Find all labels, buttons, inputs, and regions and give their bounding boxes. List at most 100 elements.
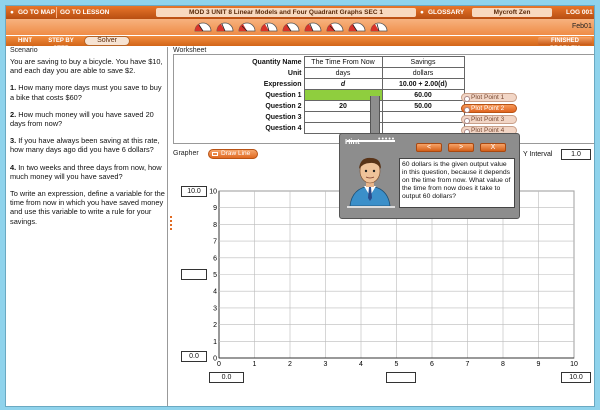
y-tick-label: 1 [213, 339, 217, 346]
x-tick-label: 0 [217, 361, 221, 368]
x-tick-label: 8 [501, 361, 505, 368]
scenario-label: Scenario [10, 47, 38, 54]
table-row: Question 4 [226, 122, 465, 134]
toolbar: HINT STEP BY STEP Solver FINISHED PROBLE… [6, 36, 594, 52]
plot-point-3-button[interactable]: Plot Point 3 [461, 115, 517, 124]
y-tick-label: 10 [209, 189, 217, 196]
top-bar: ● GO TO MAP GO TO LESSON MOD 3 UNIT 8 Li… [6, 6, 594, 19]
module-info: MOD 3 UNIT 8 Linear Models and Four Quad… [156, 8, 416, 17]
plot-point-2-button[interactable]: Plot Point 2 [461, 104, 517, 113]
skill-gauge-icon [326, 21, 344, 32]
y-tick-label: 2 [213, 322, 217, 329]
answer-cell[interactable]: 50.00 [381, 100, 465, 112]
y-tick-label: 0 [213, 356, 217, 363]
glossary-button[interactable]: GLOSSARY [428, 8, 464, 17]
unit-cell[interactable]: days [303, 67, 383, 79]
draw-line-button[interactable]: Draw Line [208, 149, 258, 159]
x-min-input[interactable]: 0.0 [209, 372, 244, 383]
y-tick-label: 5 [213, 272, 217, 279]
x-tick-label: 2 [288, 361, 292, 368]
skill-gauge-icon [348, 21, 366, 32]
row-label: Question 3 [265, 113, 302, 121]
row-label: Quantity Name [252, 58, 302, 66]
y-tick-label: 8 [213, 222, 217, 229]
grapher-label: Grapher [173, 150, 199, 157]
skill-meters [6, 19, 594, 35]
row-label: Question 2 [265, 102, 302, 110]
scenario-text: You are saving to buy a bicycle. You hav… [10, 57, 166, 234]
skill-gauge-icon [194, 21, 212, 32]
question-3: 3. If you have always been saving at thi… [10, 136, 160, 155]
table-row: Expression d 10.00 + 2.00(d) [226, 78, 465, 90]
skill-gauge-icon [304, 21, 322, 32]
y-axis-label-input[interactable] [181, 269, 207, 280]
scenario-intro: You are saving to buy a bicycle. You hav… [10, 57, 163, 76]
y-interval-label: Y Interval [523, 151, 553, 158]
x-tick-label: 4 [359, 361, 363, 368]
step-by-step-button[interactable]: STEP BY STEP [42, 37, 80, 52]
hint-close-button[interactable]: X [480, 143, 506, 152]
x-axis-label-input[interactable] [386, 372, 416, 383]
quantity-name-cell[interactable]: The Time From Now [303, 56, 383, 68]
y-interval-input[interactable]: 1.0 [561, 149, 591, 160]
y-tick-label: 4 [213, 289, 217, 296]
x-tick-label: 10 [570, 361, 578, 368]
glossary-icon[interactable]: ● [420, 8, 424, 17]
y-tick-label: 7 [213, 239, 217, 246]
user-name: Mycroft Zen [472, 8, 552, 17]
y-tick-label: 3 [213, 305, 217, 312]
hint-text: 60 dollars is the given output value in … [399, 158, 515, 208]
x-tick-label: 1 [253, 361, 257, 368]
row-label: Unit [287, 69, 302, 77]
quantity-name-cell[interactable]: Savings [381, 56, 465, 68]
row-label: Question 1 [265, 91, 302, 99]
skill-gauge-icon [238, 21, 256, 32]
unit-cell[interactable]: dollars [381, 67, 465, 79]
hint-button[interactable]: HINT [14, 37, 36, 45]
line-icon [212, 152, 218, 156]
solver-button[interactable]: Solver [84, 36, 130, 46]
skill-gauge-icon [282, 21, 300, 32]
row-label: Expression [263, 80, 302, 88]
table-row: Question 3 [226, 111, 465, 123]
table-row: Unit days dollars [226, 67, 465, 79]
hint-next-button[interactable]: > [448, 143, 474, 152]
go-to-map-button[interactable]: GO TO MAP [18, 8, 55, 17]
answer-cell[interactable]: 60.00 [381, 89, 465, 101]
expression-cell[interactable]: 10.00 + 2.00(d) [381, 78, 465, 90]
hint-prev-button[interactable]: < [416, 143, 442, 152]
hint-slider-track [347, 206, 395, 208]
y-max-input[interactable]: 10.0 [181, 186, 207, 197]
hint-slider[interactable] [347, 140, 395, 142]
table-row: Question 1 60.00 [226, 89, 465, 101]
plot-point-1-button[interactable]: Plot Point 1 [461, 93, 517, 102]
skill-gauge-icon [370, 21, 388, 32]
x-max-input[interactable]: 10.0 [561, 372, 591, 383]
skill-gauge-icon [216, 21, 234, 32]
table-row: Question 2 20 50.00 [226, 100, 465, 112]
instructions: To write an expression, define a variabl… [10, 189, 165, 226]
lesson-code: LOG 001 [566, 9, 593, 16]
worksheet-table: Quantity Name The Time From Now Savings … [226, 56, 465, 134]
session-id: Feb01 [572, 23, 592, 30]
answer-cell[interactable] [381, 111, 465, 123]
y-tick-label: 6 [213, 255, 217, 262]
answer-cell[interactable] [381, 122, 465, 134]
expression-cell[interactable]: d [303, 78, 383, 90]
skill-gauge-icon [260, 21, 278, 32]
y-tick-label: 9 [213, 205, 217, 212]
table-row: Quantity Name The Time From Now Savings [226, 56, 465, 68]
question-2: 2. How much money will you have saved 20… [10, 109, 154, 129]
row-label: Question 4 [265, 124, 302, 132]
question-4: 4. In two weeks and three days from now,… [10, 162, 162, 181]
finished-problem-button[interactable]: FINISHED PROBLEM [538, 37, 592, 52]
y-min-input[interactable]: 0.0 [181, 351, 207, 362]
home-icon[interactable]: ● [10, 8, 14, 17]
go-to-lesson-button[interactable]: GO TO LESSON [60, 8, 109, 17]
x-tick-label: 6 [430, 361, 434, 368]
x-tick-label: 7 [466, 361, 470, 368]
x-tick-label: 9 [537, 361, 541, 368]
worksheet-label: Worksheet [173, 47, 207, 54]
resize-handle[interactable] [170, 216, 174, 230]
x-tick-label: 5 [395, 361, 399, 368]
